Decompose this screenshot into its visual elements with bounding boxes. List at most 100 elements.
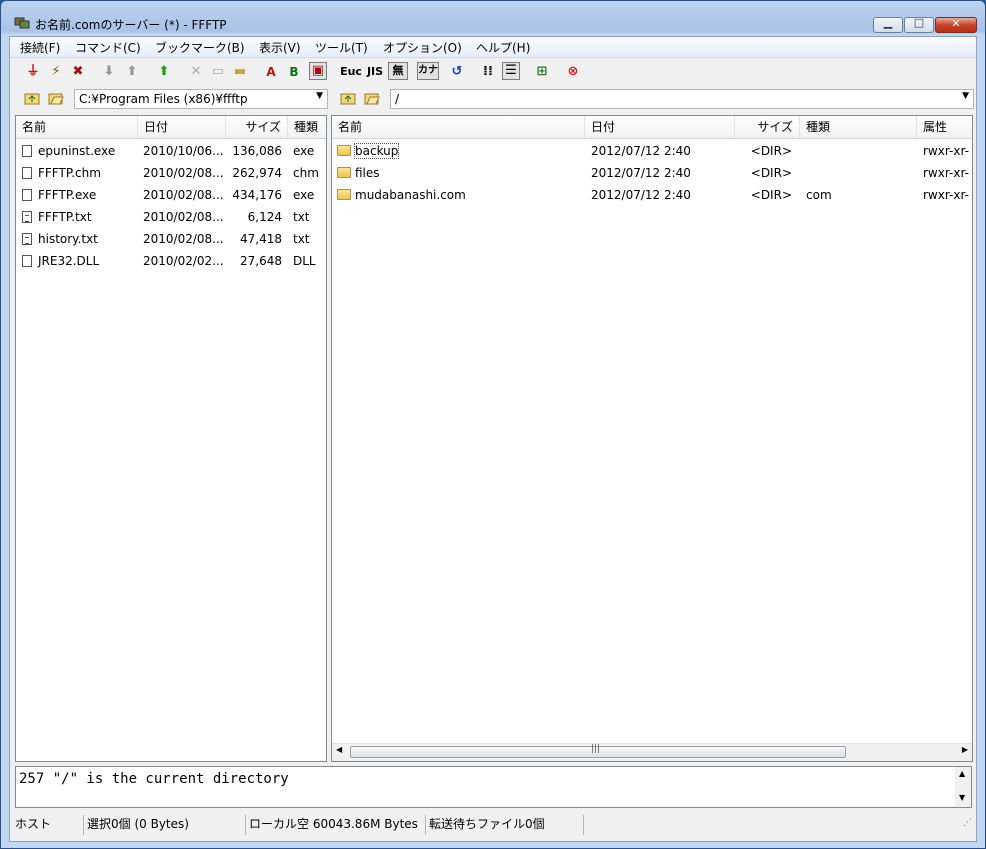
details-view-icon[interactable]: ☰ [502, 62, 520, 80]
open-folder-icon[interactable] [364, 91, 380, 105]
download-icon[interactable]: ⬇ [100, 63, 118, 81]
local-file-list[interactable]: 名前 日付 サイズ 種類 epuninst.exe 2010/10/06... 13… [15, 115, 327, 762]
mirror-upload-icon[interactable]: ⬆ [155, 63, 173, 81]
file-date: 2012/07/12 2:40 [591, 144, 691, 158]
file-type: txt [293, 232, 310, 246]
menu-help[interactable]: ヘルプ(H) [476, 39, 530, 56]
connect-icon[interactable]: ⏚ [24, 63, 42, 81]
table-row[interactable]: FFFTP.chm 2010/02/08... 262,974 chm [16, 162, 326, 184]
sync-icon[interactable]: ⊞ [533, 63, 551, 81]
open-folder-icon[interactable] [48, 91, 64, 105]
col-name[interactable]: 名前 [16, 116, 138, 138]
table-row[interactable]: JRE32.DLL 2010/02/02... 27,648 DLL [16, 250, 326, 272]
file-size: <DIR> [750, 144, 792, 158]
jis-icon[interactable]: JIS [364, 63, 386, 81]
folder-name: backup [353, 143, 400, 159]
scroll-up-icon[interactable]: ▲ [959, 769, 965, 778]
file-name: FFFTP.chm [38, 166, 101, 180]
euc-icon[interactable]: Euc [340, 63, 362, 81]
file-attr: rwxr-xr- [923, 188, 969, 202]
file-date: 2010/02/08... [143, 188, 224, 202]
table-row[interactable]: epuninst.exe 2010/10/06... 136,086 exe [16, 140, 326, 162]
mkdir-icon[interactable]: ▬ [231, 63, 249, 81]
text-file-icon [22, 233, 32, 245]
table-row[interactable]: FFFTP.exe 2010/02/08... 434,176 exe [16, 184, 326, 206]
parent-folder-icon[interactable] [340, 91, 356, 105]
title-bar[interactable]: お名前.comのサーバー (*) - FFFTP ▁ □ ✕ [1, 1, 985, 35]
chevron-down-icon[interactable]: ▼ [316, 91, 323, 101]
parent-folder-icon[interactable] [24, 91, 40, 105]
auto-mode-icon[interactable]: ▣ [309, 62, 327, 80]
folder-icon [337, 189, 351, 200]
stop-icon[interactable]: ⊗ [564, 63, 582, 81]
scroll-left-icon[interactable]: ◀ [336, 745, 342, 754]
table-row[interactable]: files 2012/07/12 2:40 <DIR> rwxr-xr- [332, 162, 972, 184]
no-convert-icon[interactable]: 無 [388, 62, 408, 80]
file-size: 6,124 [247, 210, 282, 224]
list-view-icon[interactable]: ⁞⁞ [479, 63, 497, 81]
remote-file-list[interactable]: 名前 日付 サイズ 種類 属性 backup 2012/07/12 2:40 <DI… [331, 115, 973, 762]
folder-name: files [355, 166, 380, 180]
chevron-down-icon[interactable]: ▼ [962, 91, 969, 101]
maximize-button[interactable]: □ [904, 16, 934, 33]
disconnect-icon[interactable]: ✖ [69, 63, 87, 81]
text-file-icon [22, 211, 32, 223]
rename-icon[interactable]: ▭ [209, 63, 227, 81]
maximize-icon: □ [913, 16, 925, 29]
scrollbar-thumb[interactable]: ||| [350, 744, 846, 758]
table-row[interactable]: history.txt 2010/02/08... 47,418 txt [16, 228, 326, 250]
col-type[interactable]: 種類 [800, 116, 917, 138]
scroll-down-icon[interactable]: ▼ [959, 793, 965, 802]
table-row[interactable]: backup 2012/07/12 2:40 <DIR> rwxr-xr- [332, 140, 972, 162]
file-type [806, 140, 906, 162]
menu-options[interactable]: オプション(O) [383, 39, 462, 56]
scroll-right-icon[interactable]: ▶ [962, 745, 968, 754]
kana-icon[interactable]: カナ [417, 62, 439, 80]
minimize-button[interactable]: ▁ [873, 16, 903, 33]
ascii-mode-icon[interactable]: A [262, 63, 280, 81]
file-size: 262,974 [232, 166, 282, 180]
quick-connect-icon[interactable]: ⚡ [47, 63, 65, 81]
file-name-cell: JRE32.DLL [22, 250, 138, 272]
file-size: <DIR> [750, 166, 792, 180]
delete-icon[interactable]: ✕ [187, 63, 205, 81]
col-size[interactable]: サイズ [735, 116, 800, 138]
local-list-header: 名前 日付 サイズ 種類 [16, 116, 326, 139]
remote-path-input[interactable]: / ▼ [390, 89, 974, 109]
col-name[interactable]: 名前 [332, 116, 585, 138]
refresh-icon[interactable]: ↺ [448, 63, 466, 81]
status-bar: ホスト 選択0個 (0 Bytes) ローカル空 60043.86M Bytes… [10, 812, 976, 836]
file-icon [22, 255, 32, 267]
close-button[interactable]: ✕ [935, 17, 977, 33]
file-date: 2010/02/08... [143, 232, 224, 246]
upload-icon[interactable]: ⬆ [123, 63, 141, 81]
table-row[interactable]: mudabanashi.com 2012/07/12 2:40 <DIR> com rw… [332, 184, 972, 206]
col-date[interactable]: 日付 [138, 116, 226, 138]
log-scrollbar[interactable]: ▲ ▼ [955, 767, 971, 807]
local-path-value: C:¥Program Files (x86)¥ffftp [79, 92, 248, 106]
col-type[interactable]: 種類 [288, 116, 326, 138]
horizontal-scrollbar[interactable]: ◀ ||| ▶ [332, 743, 972, 761]
close-icon: ✕ [951, 17, 961, 30]
menu-view[interactable]: 表示(V) [259, 39, 301, 56]
menu-command[interactable]: コマンド(C) [75, 39, 141, 56]
remote-list-header: 名前 日付 サイズ 種類 属性 [332, 116, 972, 139]
file-date: 2010/10/06... [143, 144, 224, 158]
col-date[interactable]: 日付 [585, 116, 735, 138]
file-date: 2010/02/08... [143, 166, 224, 180]
file-name: history.txt [38, 232, 98, 246]
table-row[interactable]: FFFTP.txt 2010/02/08... 6,124 txt [16, 206, 326, 228]
binary-mode-icon[interactable]: B [285, 63, 303, 81]
log-panel[interactable]: 257 "/" is the current directory ▲ ▼ [15, 766, 972, 808]
resize-grip-icon[interactable]: ⋰ [963, 818, 972, 828]
col-size[interactable]: サイズ [226, 116, 288, 138]
menu-bookmark[interactable]: ブックマーク(B) [155, 39, 245, 56]
file-date: 2010/02/08... [143, 210, 224, 224]
menu-connect[interactable]: 接続(F) [20, 39, 60, 56]
file-type: exe [293, 144, 315, 158]
col-attr[interactable]: 属性 [917, 116, 972, 138]
local-path-input[interactable]: C:¥Program Files (x86)¥ffftp ▼ [74, 89, 328, 109]
file-attr: rwxr-xr- [923, 166, 969, 180]
menu-tools[interactable]: ツール(T) [315, 39, 368, 56]
folder-icon [337, 145, 351, 156]
